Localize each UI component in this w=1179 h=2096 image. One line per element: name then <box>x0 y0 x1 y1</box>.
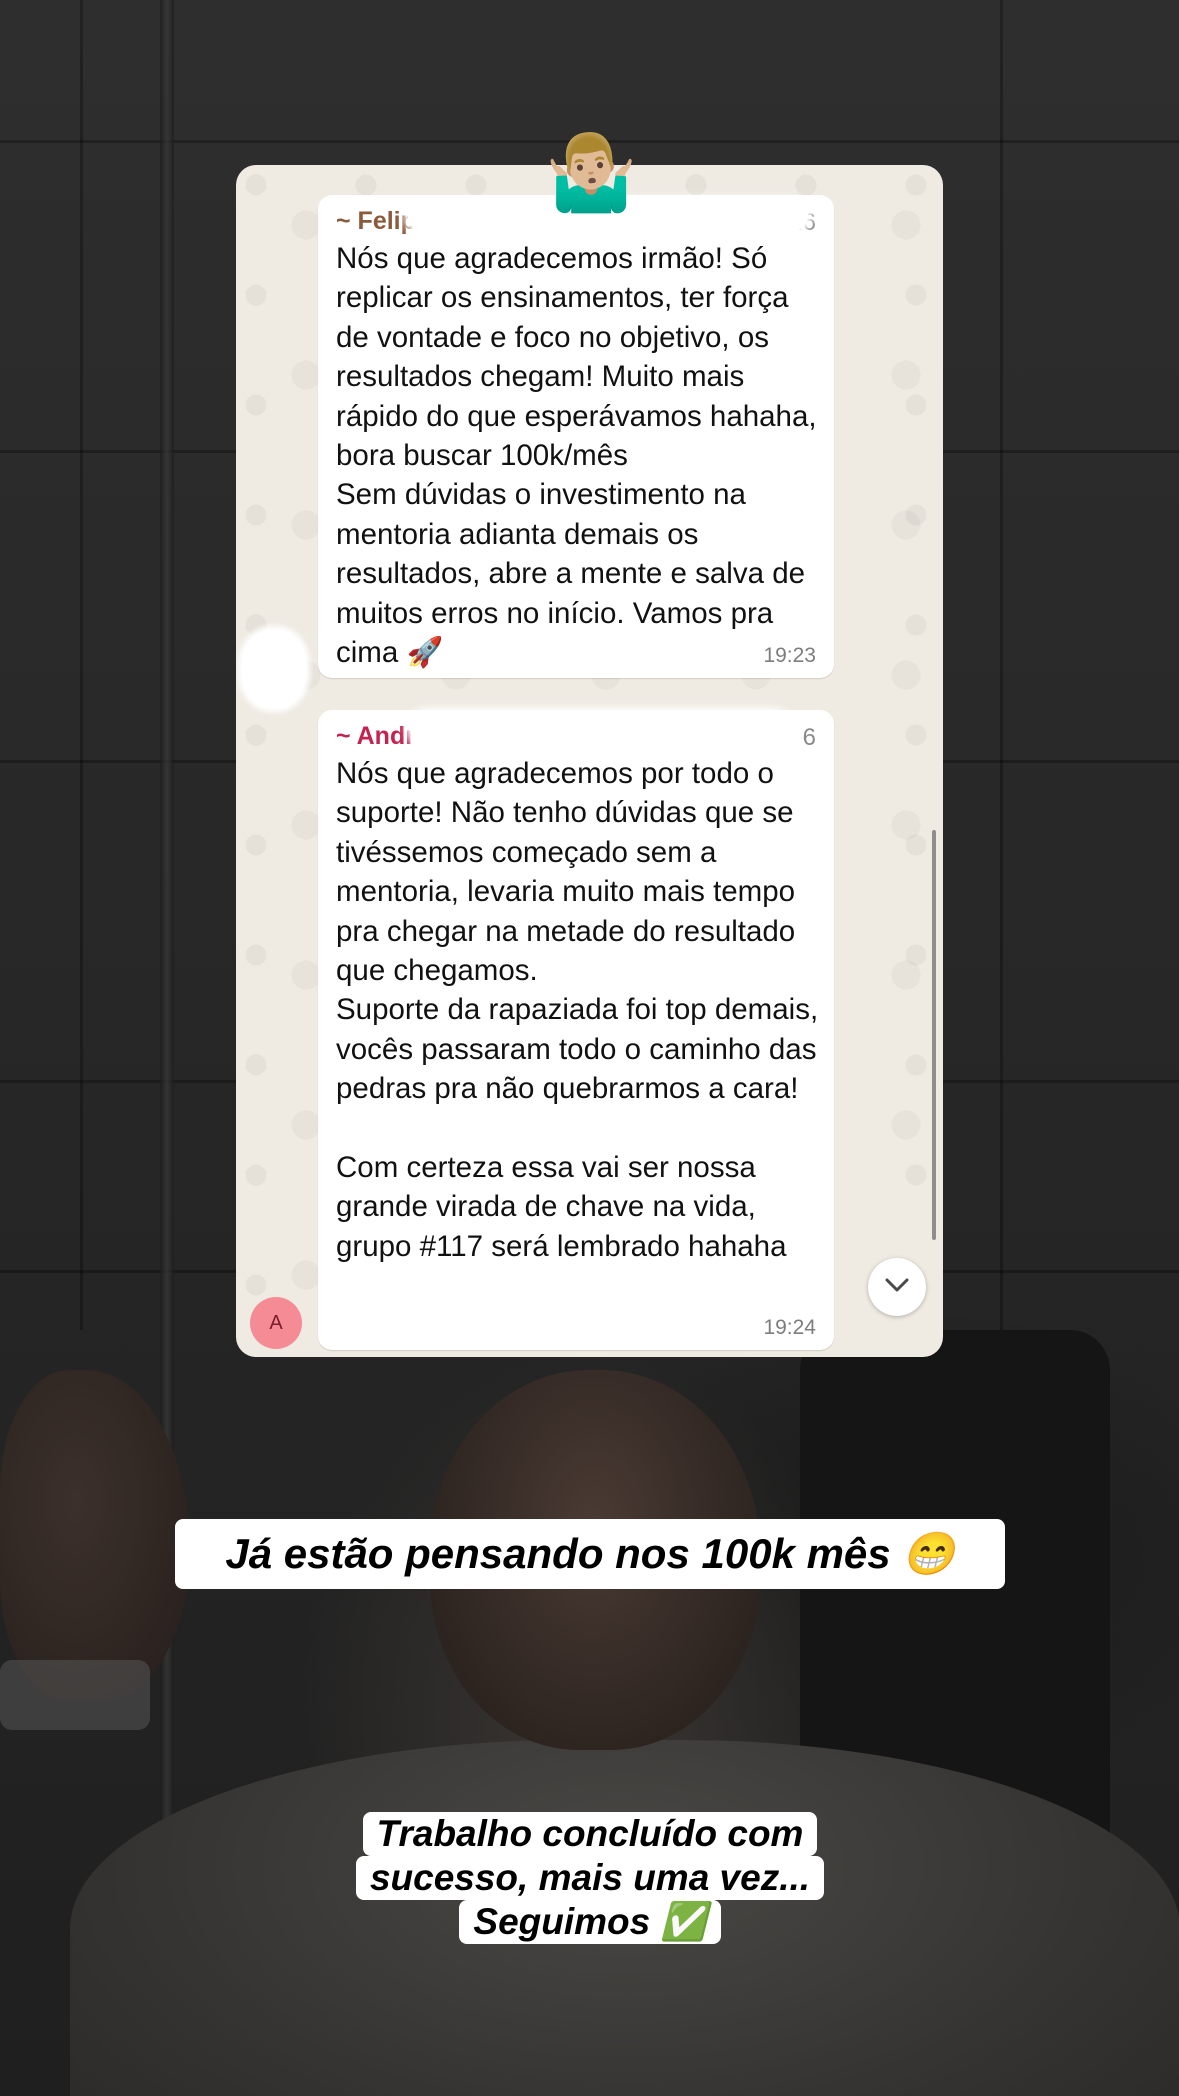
scroll-down-button[interactable] <box>868 1258 926 1316</box>
message-time: 19:23 <box>763 644 816 667</box>
sender-name: ~ Felip <box>336 207 416 235</box>
redaction-blot <box>410 712 790 746</box>
caption-line: sucesso, mais uma vez... <box>355 1856 825 1900</box>
caption-line: Trabalho concluído com <box>362 1812 818 1856</box>
avatar[interactable]: A <box>250 1297 302 1349</box>
chevron-down-icon <box>884 1277 910 1298</box>
message-text: Nós que agradecemos por todo o suporte! … <box>336 757 819 1263</box>
sender-name: ~ Andr <box>336 722 415 750</box>
redacted-avatar <box>242 630 306 708</box>
caption-line: Seguimos ✅ <box>459 1900 721 1944</box>
redaction-blot <box>608 201 808 231</box>
shrug-sticker: 🤷🏼‍♂️ <box>545 131 638 214</box>
wall-line <box>80 0 83 1330</box>
whatsapp-chat-screenshot: ~ Felip 26 Nós que agradecemos irmão! Só… <box>236 165 943 1357</box>
message-time: 19:24 <box>763 1316 816 1339</box>
message-text: Nós que agradecemos irmão! Só replicar o… <box>336 242 817 670</box>
background-pole <box>160 0 174 2096</box>
chat-scrollbar[interactable] <box>932 830 936 1240</box>
wall-line <box>1000 0 1003 1330</box>
message-bubble[interactable]: ~ Andr 6 Nós que agradecemos por todo o … <box>318 710 834 1350</box>
message-bubble[interactable]: ~ Felip 26 Nós que agradecemos irmão! Só… <box>318 195 834 678</box>
story-caption-top: Já estão pensando nos 100k mês 😁 <box>175 1519 1005 1589</box>
wristwatch <box>0 1660 150 1730</box>
sender-phone: 6 <box>802 724 816 751</box>
story-caption-bottom: Trabalho concluído com sucesso, mais uma… <box>330 1812 850 1944</box>
